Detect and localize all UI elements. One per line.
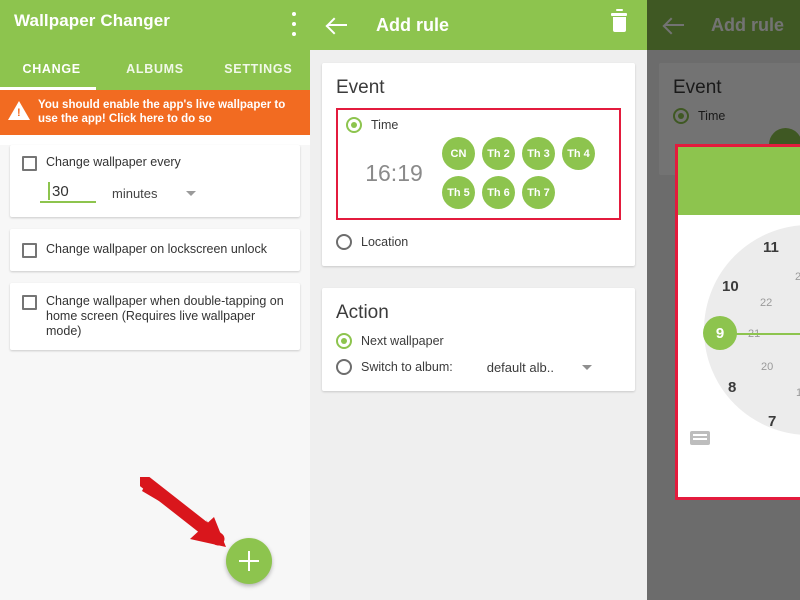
radio-row-time[interactable]: Time [346,117,611,133]
panel-add-rule: Add rule Event Time 16:19 CN Th 2 Th 3 T… [310,0,647,600]
label-time: Time [371,118,399,132]
time-option-highlight: Time 16:19 CN Th 2 Th 3 Th 4 Th 5 Th 6 T… [336,108,621,220]
interval-input[interactable]: 30 [40,182,96,203]
radio-row-location[interactable]: Location [336,234,621,250]
day-chip-th5[interactable]: Th 5 [442,176,475,209]
clock-number-22[interactable]: 22 [760,297,772,309]
interval-unit: minutes [112,185,158,201]
label-lockscreen-unlock: Change wallpaper on lockscreen unlock [46,242,267,256]
clock-face[interactable]: 11 10 8 7 23 22 21 20 19 9 [678,215,800,455]
settings-list: Change wallpaper every 30 minutes Change… [0,145,310,600]
tab-active-indicator [0,87,96,90]
warning-icon: ! [8,100,30,123]
add-rule-fab[interactable] [226,538,272,584]
app-bar-add-rule: Add rule [310,0,647,50]
clock-number-11[interactable]: 11 [763,239,779,256]
live-wallpaper-warning-banner[interactable]: ! You should enable the app's live wallp… [0,90,310,135]
three-panel-screenshot: Wallpaper Changer CHANGE ALBUMS SETTINGS… [0,0,800,600]
tab-albums[interactable]: ALBUMS [103,48,206,90]
day-chip-cn[interactable]: CN [442,137,475,170]
album-select-value[interactable]: default alb.. [487,360,554,375]
chevron-down-icon-album[interactable] [581,364,592,370]
card-change-every[interactable]: Change wallpaper every 30 minutes [10,145,300,217]
clock-number-20[interactable]: 20 [761,361,773,373]
label-double-tap: Change wallpaper when double-tapping on … [46,294,284,338]
radio-time[interactable] [346,117,362,133]
label-change-every: Change wallpaper every [46,155,181,169]
time-picker-dialog: 9 11 10 8 7 23 22 21 20 19 9 [675,144,800,500]
tab-change[interactable]: CHANGE [0,48,103,90]
event-card-title: Event [336,77,385,98]
trash-icon[interactable] [611,9,627,35]
clock-number-19[interactable]: 19 [796,387,800,399]
label-switch-album: Switch to album: [361,360,453,374]
checkbox-change-every[interactable] [22,156,37,171]
interval-row: 30 minutes [40,182,288,203]
radio-row-next-wallpaper[interactable]: Next wallpaper [336,333,621,349]
time-value[interactable]: 16:19 [346,160,442,187]
time-picker-header: 9 [678,147,800,215]
radio-row-switch-album[interactable]: Switch to album: default alb.. [336,359,621,375]
day-chip-th6[interactable]: Th 6 [482,176,515,209]
clock-number-10[interactable]: 10 [722,278,739,295]
checkbox-lockscreen-unlock[interactable] [22,243,37,258]
card-double-tap[interactable]: Change wallpaper when double-tapping on … [10,283,300,350]
day-chip-th7[interactable]: Th 7 [522,176,555,209]
event-card: Event Time 16:19 CN Th 2 Th 3 Th 4 Th 5 … [322,63,635,266]
overflow-menu-icon[interactable] [291,12,296,36]
app-bar: Wallpaper Changer [0,0,310,48]
label-next-wallpaper: Next wallpaper [361,334,444,348]
day-chip-th4[interactable]: Th 4 [562,137,595,170]
day-chip-th3[interactable]: Th 3 [522,137,555,170]
clock-number-23[interactable]: 23 [795,271,800,283]
radio-switch-album[interactable] [336,359,352,375]
text-caret [48,182,50,200]
page-title: Wallpaper Changer [14,11,170,30]
radio-location[interactable] [336,234,352,250]
plus-icon [239,551,259,571]
day-chip-th2[interactable]: Th 2 [482,137,515,170]
chevron-down-icon[interactable] [185,190,196,196]
card-lockscreen-unlock[interactable]: Change wallpaper on lockscreen unlock [10,229,300,271]
keyboard-icon[interactable] [690,431,710,445]
panel-wallpaper-changer: Wallpaper Changer CHANGE ALBUMS SETTINGS… [0,0,310,600]
tab-bar: CHANGE ALBUMS SETTINGS [0,48,310,90]
checkbox-double-tap[interactable] [22,295,37,310]
radio-next-wallpaper[interactable] [336,333,352,349]
page-title-add-rule: Add rule [376,14,450,35]
clock-hand [733,333,800,335]
tab-settings[interactable]: SETTINGS [207,48,310,90]
label-location: Location [361,235,409,249]
panel-time-picker: Add rule Event Time 9 11 [647,0,800,600]
clock-number-7[interactable]: 7 [768,413,776,430]
clock-selected-9[interactable]: 9 [703,316,737,350]
day-chip-group: CN Th 2 Th 3 Th 4 Th 5 Th 6 Th 7 [442,137,610,209]
dialog-action-bar [678,453,800,497]
action-card-title: Action [336,302,389,323]
action-card: Action Next wallpaper Switch to album: d… [322,288,635,391]
clock-number-8[interactable]: 8 [728,379,736,396]
back-arrow-icon[interactable] [326,14,348,36]
banner-text: You should enable the app's live wallpap… [38,98,286,125]
